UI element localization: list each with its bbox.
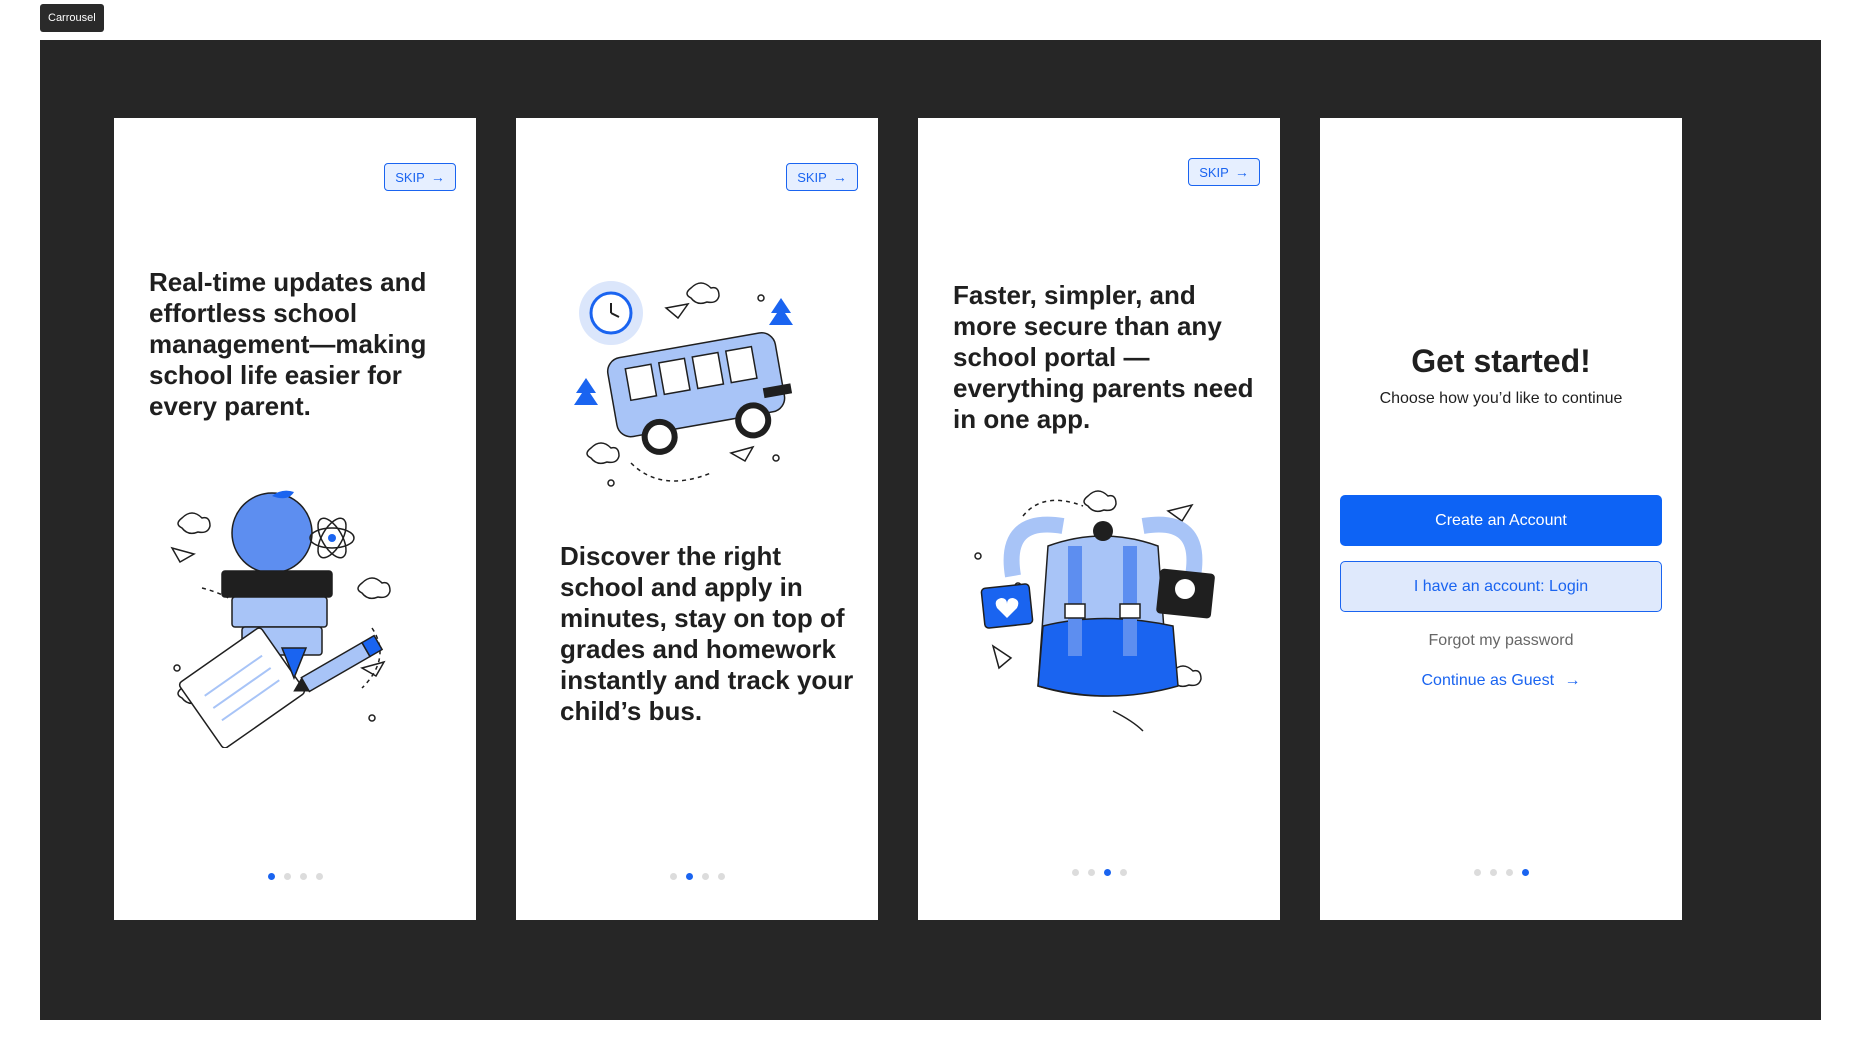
page-dot[interactable] (669, 873, 677, 880)
onboarding-screen-2: SKIP → Discover the right school and app… (516, 118, 878, 920)
page-dot[interactable] (1505, 869, 1513, 876)
arrow-right-icon: → (832, 169, 847, 185)
page-dot[interactable] (283, 873, 291, 880)
forgot-password-link[interactable]: Forgot my password (1320, 632, 1682, 650)
page-indicator (1320, 869, 1682, 876)
skip-button[interactable]: SKIP → (786, 163, 858, 191)
page-dot[interactable] (717, 873, 725, 880)
backpack-illustration (974, 490, 1215, 732)
page-dot[interactable] (1071, 869, 1079, 876)
skip-button[interactable]: SKIP → (384, 163, 456, 191)
page-indicator (516, 873, 878, 880)
page-dot[interactable] (315, 873, 323, 880)
skip-button[interactable]: SKIP → (1188, 158, 1260, 186)
page-title: Get started! (1411, 343, 1591, 379)
page-dot[interactable] (1489, 869, 1497, 876)
continue-as-guest-link[interactable]: Continue as Guest → (1320, 672, 1682, 690)
onboarding-screen-3: SKIP → Faster, simpler, and more secure … (918, 118, 1280, 920)
page-dot-active[interactable] (1103, 869, 1111, 876)
page-subtitle: Choose how you’d like to continue (1379, 390, 1623, 407)
apple-books-school-illustration (170, 490, 391, 748)
page-dot[interactable] (299, 873, 307, 880)
page-dot-active[interactable] (685, 873, 693, 880)
page-dot-active[interactable] (267, 873, 275, 880)
school-bus-illustration (574, 281, 793, 487)
create-account-button[interactable]: Create an Account (1340, 495, 1662, 546)
login-button[interactable]: I have an account: Login (1340, 561, 1662, 612)
arrow-right-icon: → (430, 169, 445, 185)
skip-label: SKIP (1199, 164, 1229, 180)
page-dot[interactable] (1119, 869, 1127, 876)
page-dot[interactable] (1087, 869, 1095, 876)
page-dot[interactable] (701, 873, 709, 880)
guest-label: Continue as Guest (1421, 672, 1555, 689)
onboarding-headline: Discover the right school and apply in m… (560, 541, 854, 726)
page-dot-active[interactable] (1521, 869, 1529, 876)
frame-label: Carrousel (40, 4, 104, 32)
skip-label: SKIP (395, 169, 425, 185)
page-indicator (114, 873, 476, 880)
arrow-right-icon: → (1564, 672, 1581, 689)
onboarding-headline: Faster, simpler, and more secure than an… (953, 280, 1254, 434)
onboarding-headline: Real-time updates and effortless school … (149, 267, 427, 421)
page-indicator (918, 869, 1280, 876)
get-started-screen: Get started! Choose how you’d like to co… (1320, 118, 1682, 920)
arrow-right-icon: → (1234, 164, 1249, 180)
skip-label: SKIP (797, 169, 827, 185)
canvas: SKIP → Real-time updates and effortless … (40, 40, 1821, 1020)
onboarding-screen-1: SKIP → Real-time updates and effortless … (114, 118, 476, 920)
page-dot[interactable] (1473, 869, 1481, 876)
